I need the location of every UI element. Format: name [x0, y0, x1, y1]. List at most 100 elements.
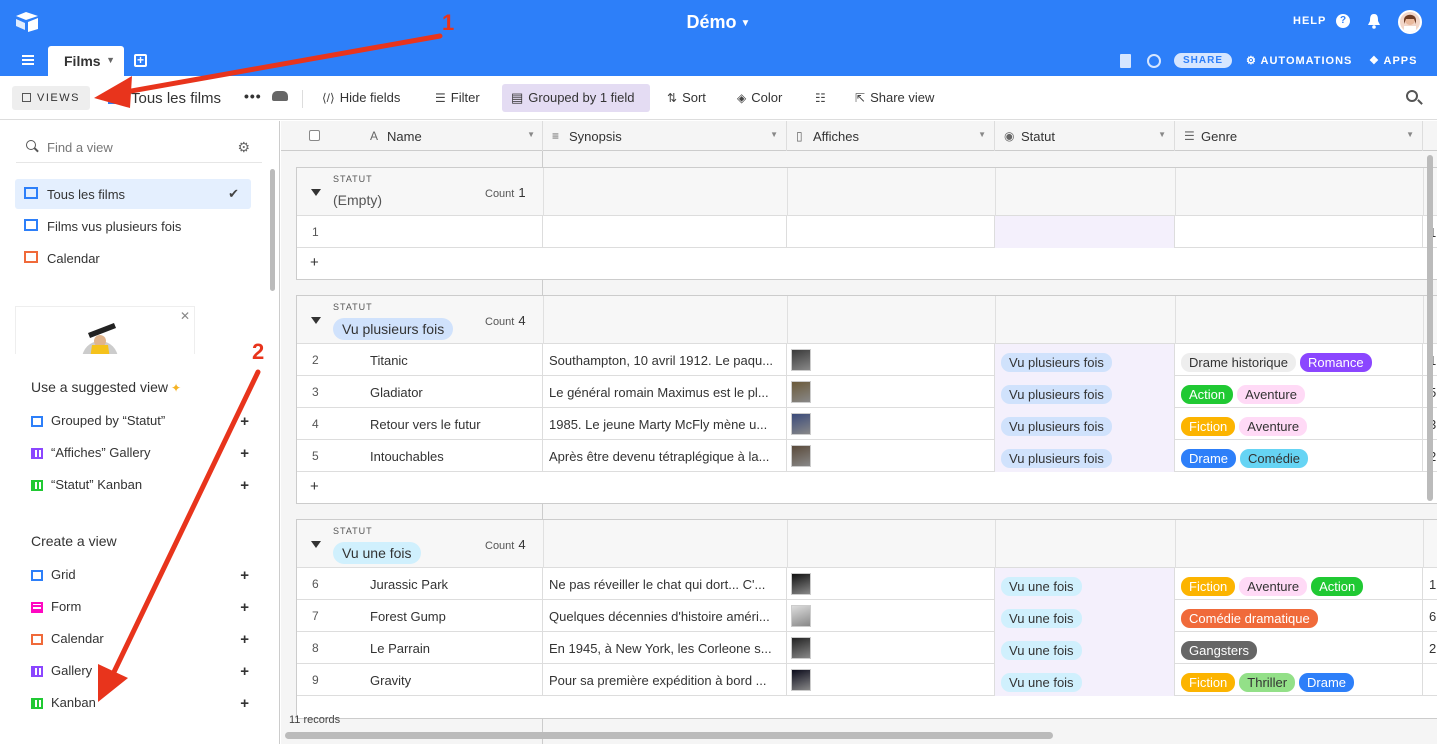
grid-horizontal-scrollbar[interactable]: [285, 732, 1053, 739]
name-cell[interactable]: Titanic: [297, 344, 543, 376]
apps-button[interactable]: ❖ APPS: [1369, 54, 1418, 67]
genre-cell[interactable]: Fiction Aventure: [1175, 408, 1423, 440]
filter-button[interactable]: ☰ Filter: [435, 90, 480, 105]
gear-icon[interactable]: ⚙: [237, 139, 250, 156]
synopsis-cell[interactable]: Pour sa première expédition à bord ...: [543, 664, 787, 696]
genre-cell[interactable]: Gangsters: [1175, 632, 1423, 664]
row-height-button[interactable]: ☷: [815, 90, 831, 105]
statut-cell[interactable]: Vu plusieurs fois: [995, 440, 1175, 472]
synopsis-cell[interactable]: Southampton, 10 avril 1912. Le paqu...: [543, 344, 787, 376]
hide-fields-button[interactable]: ⟨/⟩ Hide fields: [322, 90, 400, 105]
create-calendar-view[interactable]: Calendar +: [31, 631, 253, 653]
affiches-cell[interactable]: [787, 664, 995, 696]
affiches-cell[interactable]: [787, 376, 995, 408]
table-row[interactable]: 5 Intouchables Après être devenu tétraplég…: [297, 440, 1437, 472]
share-button[interactable]: SHARE: [1174, 53, 1232, 68]
search-icon[interactable]: [1406, 90, 1418, 102]
name-cell[interactable]: Forest Gump: [297, 600, 543, 632]
column-header-affiches[interactable]: ▯ Affiches ▼: [787, 121, 995, 151]
plus-icon[interactable]: +: [240, 695, 249, 712]
column-header-name[interactable]: A Name ▼: [361, 121, 543, 151]
select-all-checkbox[interactable]: [309, 130, 320, 141]
statut-cell[interactable]: Vu plusieurs fois: [995, 344, 1175, 376]
column-header-statut[interactable]: ◉ Statut ▼: [995, 121, 1175, 151]
statut-cell[interactable]: Vu plusieurs fois: [995, 376, 1175, 408]
statut-cell[interactable]: Vu plusieurs fois: [995, 408, 1175, 440]
genre-cell[interactable]: [1175, 216, 1423, 248]
table-row[interactable]: 1 1: [297, 216, 1437, 248]
statut-cell[interactable]: Vu une fois: [995, 600, 1175, 632]
poster-thumbnail[interactable]: [791, 413, 811, 435]
column-header-genre[interactable]: ☰ Genre ▼: [1175, 121, 1423, 151]
table-row[interactable]: 3 Gladiator Le général romain Maximus est …: [297, 376, 1437, 408]
poster-thumbnail[interactable]: [791, 637, 811, 659]
table-row[interactable]: 9 Gravity Pour sa première expédition à bo…: [297, 664, 1437, 696]
name-cell[interactable]: Intouchables: [297, 440, 543, 472]
poster-thumbnail[interactable]: [791, 381, 811, 403]
genre-cell[interactable]: Fiction Thriller Drame: [1175, 664, 1423, 696]
table-row[interactable]: 4 Retour vers le futur 1985. Le jeune Mart…: [297, 408, 1437, 440]
tab-films[interactable]: Films ▼: [48, 46, 124, 76]
add-table-icon[interactable]: +: [134, 54, 147, 67]
poster-thumbnail[interactable]: [791, 605, 811, 627]
affiches-cell[interactable]: [787, 600, 995, 632]
synopsis-cell[interactable]: En 1945, à New York, les Corleone s...: [543, 632, 787, 664]
synopsis-cell[interactable]: Ne pas réveiller le chat qui dort... C'.…: [543, 568, 787, 600]
name-cell[interactable]: Gladiator: [297, 376, 543, 408]
plus-icon[interactable]: +: [240, 477, 249, 494]
current-view-name[interactable]: Tous les films: [108, 90, 221, 107]
sidebar-scrollbar[interactable]: [270, 169, 275, 291]
help-link[interactable]: HELP: [1293, 15, 1326, 27]
genre-cell[interactable]: Action Aventure: [1175, 376, 1423, 408]
color-button[interactable]: ◈ Color: [737, 90, 782, 105]
close-icon[interactable]: ✕: [180, 309, 190, 323]
group-button[interactable]: ▤ Grouped by 1 field: [502, 84, 650, 112]
trash-icon[interactable]: [1120, 54, 1131, 68]
suggested-affiches-gallery[interactable]: “Affiches” Gallery +: [31, 445, 253, 467]
column-header-synopsis[interactable]: ≡ Synopsis ▼: [543, 121, 787, 151]
synopsis-cell[interactable]: 1985. Le jeune Marty McFly mène u...: [543, 408, 787, 440]
chevron-down-icon[interactable]: ▼: [1158, 130, 1166, 139]
chevron-down-icon[interactable]: ▼: [1406, 130, 1414, 139]
table-row[interactable]: 8 Le Parrain En 1945, à New York, les Corl…: [297, 632, 1437, 664]
views-button[interactable]: VIEWS: [12, 86, 90, 110]
poster-thumbnail[interactable]: [791, 349, 811, 371]
add-record-row[interactable]: +: [297, 248, 1437, 278]
chevron-down-icon[interactable]: ▼: [106, 55, 115, 65]
create-form-view[interactable]: Form +: [31, 599, 253, 621]
affiches-cell[interactable]: [787, 408, 995, 440]
poster-thumbnail[interactable]: [791, 573, 811, 595]
plus-icon[interactable]: +: [240, 413, 249, 430]
view-more-button[interactable]: •••: [244, 88, 262, 104]
plus-icon[interactable]: +: [240, 631, 249, 648]
user-avatar[interactable]: [1398, 10, 1422, 34]
collapse-triangle-icon[interactable]: [311, 189, 321, 196]
collapse-triangle-icon[interactable]: [311, 317, 321, 324]
help-icon[interactable]: ?: [1336, 14, 1350, 28]
grid-vertical-scrollbar[interactable]: [1427, 155, 1433, 501]
affiches-cell[interactable]: [787, 568, 995, 600]
genre-cell[interactable]: Fiction Aventure Action: [1175, 568, 1423, 600]
synopsis-cell[interactable]: [543, 216, 787, 248]
sidebar-view-tous-les-films[interactable]: Tous les films ✔: [15, 179, 251, 209]
affiches-cell[interactable]: [787, 632, 995, 664]
create-grid-view[interactable]: Grid +: [31, 567, 253, 589]
sidebar-view-calendar[interactable]: Calendar: [15, 243, 251, 273]
name-cell[interactable]: Le Parrain: [297, 632, 543, 664]
history-icon[interactable]: [1147, 54, 1161, 68]
group-header[interactable]: STATUT (Empty) Count 1: [297, 168, 1437, 216]
poster-thumbnail[interactable]: [791, 669, 811, 691]
plus-icon[interactable]: +: [240, 663, 249, 680]
group-header[interactable]: STATUT Vu une fois Count 4: [297, 520, 1437, 568]
suggested-statut-kanban[interactable]: “Statut” Kanban +: [31, 477, 253, 499]
name-cell[interactable]: Jurassic Park: [297, 568, 543, 600]
table-row[interactable]: 2 Titanic Southampton, 10 avril 1912. Le p…: [297, 344, 1437, 376]
collaborators-icon[interactable]: [272, 91, 288, 101]
share-view-button[interactable]: ⇱ Share view: [855, 90, 934, 105]
affiches-cell[interactable]: [787, 344, 995, 376]
add-record-row[interactable]: +: [297, 472, 1437, 502]
group-header[interactable]: STATUT Vu plusieurs fois Count 4: [297, 296, 1437, 344]
poster-thumbnail[interactable]: [791, 445, 811, 467]
statut-cell[interactable]: [995, 216, 1175, 248]
table-row[interactable]: 6 Jurassic Park Ne pas réveiller le chat q…: [297, 568, 1437, 600]
